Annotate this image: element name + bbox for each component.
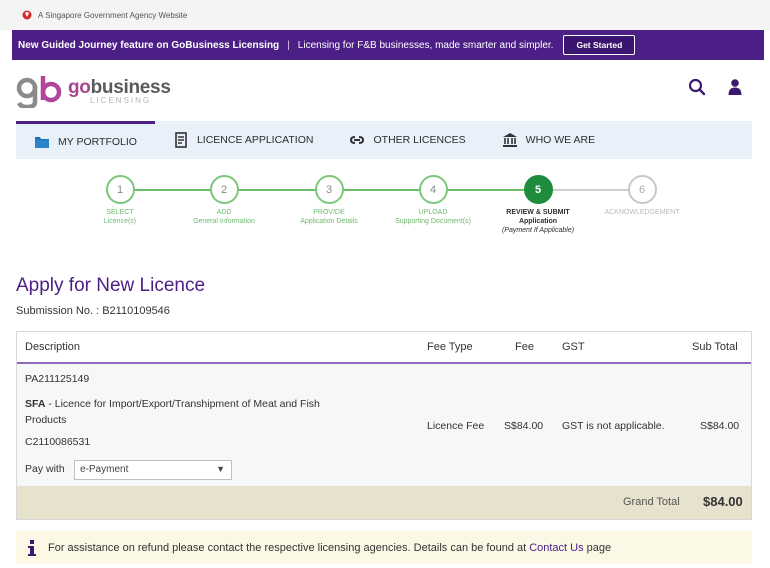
page-title: Apply for New Licence	[16, 275, 206, 296]
nav-my-portfolio[interactable]: MY PORTFOLIO	[16, 121, 155, 159]
licence-code: C2110086531	[25, 436, 91, 448]
gobusiness-logo[interactable]: gobusiness LICENSING	[16, 74, 171, 108]
fee-type-cell: Licence Fee	[427, 420, 485, 432]
nav-licence-application[interactable]: LICENCE APPLICATION	[155, 121, 332, 159]
step-2: 2 ADD General Information	[164, 175, 284, 227]
licence-description: SFA - Licence for Import/Export/Tranship…	[25, 397, 385, 429]
pay-with-label: Pay with	[25, 463, 65, 475]
announcement-title: New Guided Journey feature on GoBusiness…	[18, 39, 280, 51]
step-4-circle: 4	[418, 175, 448, 204]
grand-total-value: $84.00	[703, 494, 743, 509]
chevron-down-icon: ▼	[216, 464, 225, 474]
col-fee-type: Fee Type	[427, 341, 473, 353]
submission-label: Submission No. :	[16, 305, 100, 317]
payment-method-value: e-Payment	[80, 464, 129, 475]
submission-number: Submission No. : B2110109546	[16, 305, 170, 317]
refund-info-banner: For assistance on refund please contact …	[16, 531, 752, 564]
step-2-label: ADD General Information	[193, 209, 255, 225]
nav-who-we-are-label: WHO WE ARE	[525, 134, 596, 146]
step-6-circle: 6	[627, 175, 657, 204]
table-row: PA211125149 SFA - Licence for Import/Exp…	[17, 364, 751, 486]
brand-name: gobusiness	[68, 76, 171, 98]
step-5: 5 REVIEW & SUBMIT Application (Payment If …	[478, 175, 598, 235]
announcement-banner: New Guided Journey feature on GoBusiness…	[12, 30, 764, 60]
fee-table: Description Fee Type Fee GST Sub Total P…	[16, 331, 752, 520]
link-icon	[350, 136, 365, 144]
step-1-circle: 1	[105, 175, 135, 204]
gov-masthead: A Singapore Government Agency Website	[0, 0, 770, 30]
step-3: 3 PROVIDE Application Details	[269, 175, 389, 227]
info-icon	[28, 539, 36, 556]
step-1: 1 SELECT Licence(s)	[60, 175, 180, 227]
gov-masthead-text: A Singapore Government Agency Website	[38, 10, 188, 20]
document-icon	[175, 132, 187, 148]
nav-licence-application-label: LICENCE APPLICATION	[196, 134, 314, 146]
announcement-text: Licensing for F&B businesses, made smart…	[297, 39, 554, 51]
licence-name: - Licence for Import/Export/Transhipment…	[45, 398, 320, 410]
gb-logo-icon	[16, 76, 62, 108]
col-sub-total: Sub Total	[692, 341, 738, 353]
progress-stepper: 1 SELECT Licence(s) 2 ADD General Informat…	[80, 175, 700, 255]
get-started-button[interactable]: Get Started	[563, 35, 636, 55]
building-icon	[502, 133, 517, 147]
announcement-separator: |	[287, 39, 290, 51]
submission-value: B2110109546	[102, 305, 170, 317]
user-icon[interactable]	[726, 78, 744, 96]
singapore-lion-icon	[22, 10, 32, 20]
contact-us-link[interactable]: Contact Us	[529, 542, 583, 554]
nav-who-we-are[interactable]: WHO WE ARE	[484, 121, 613, 159]
step-2-circle: 2	[209, 175, 239, 204]
info-text: For assistance on refund please contact …	[48, 541, 527, 554]
application-ref: PA211125149	[25, 373, 90, 385]
main-nav: MY PORTFOLIO LICENCE APPLICATION OTHER L…	[16, 121, 752, 159]
search-icon[interactable]	[688, 78, 706, 96]
grand-total-row: Grand Total $84.00	[17, 486, 751, 519]
step-6-label: ACKNOWLEDGEMENT	[604, 209, 680, 216]
portfolio-icon	[35, 136, 49, 148]
grand-total-label: Grand Total	[623, 496, 680, 508]
step-5-circle: 5	[523, 175, 553, 204]
gst-cell: GST is not applicable.	[562, 420, 665, 432]
step-1-label: SELECT Licence(s)	[103, 209, 137, 225]
step-4: 4 UPLOAD Supporting Document(s)	[373, 175, 493, 227]
nav-other-licences-label: OTHER LICENCES	[373, 134, 466, 146]
col-fee: Fee	[515, 341, 534, 353]
licence-name-cont: Products	[25, 413, 67, 426]
col-gst: GST	[562, 341, 585, 353]
fee-cell: S$84.00	[504, 420, 544, 432]
nav-other-licences[interactable]: OTHER LICENCES	[331, 121, 483, 159]
col-description: Description	[25, 341, 81, 353]
info-text-end: page	[586, 541, 612, 554]
nav-my-portfolio-label: MY PORTFOLIO	[58, 135, 137, 148]
table-header: Description Fee Type Fee GST Sub Total	[17, 332, 751, 364]
payment-method-select[interactable]: e-Payment ▼	[74, 460, 232, 480]
step-6: 6 ACKNOWLEDGEMENT	[582, 175, 702, 218]
agency-code: SFA	[25, 398, 46, 410]
step-3-circle: 3	[314, 175, 344, 204]
step-5-label: REVIEW & SUBMIT Application (Payment If Ap…	[501, 209, 575, 234]
brand-sub: LICENSING	[90, 95, 152, 105]
step-3-label: PROVIDE Application Details	[300, 209, 358, 225]
step-4-label: UPLOAD Supporting Document(s)	[395, 209, 471, 225]
sub-total-cell: S$84.00	[700, 420, 740, 432]
